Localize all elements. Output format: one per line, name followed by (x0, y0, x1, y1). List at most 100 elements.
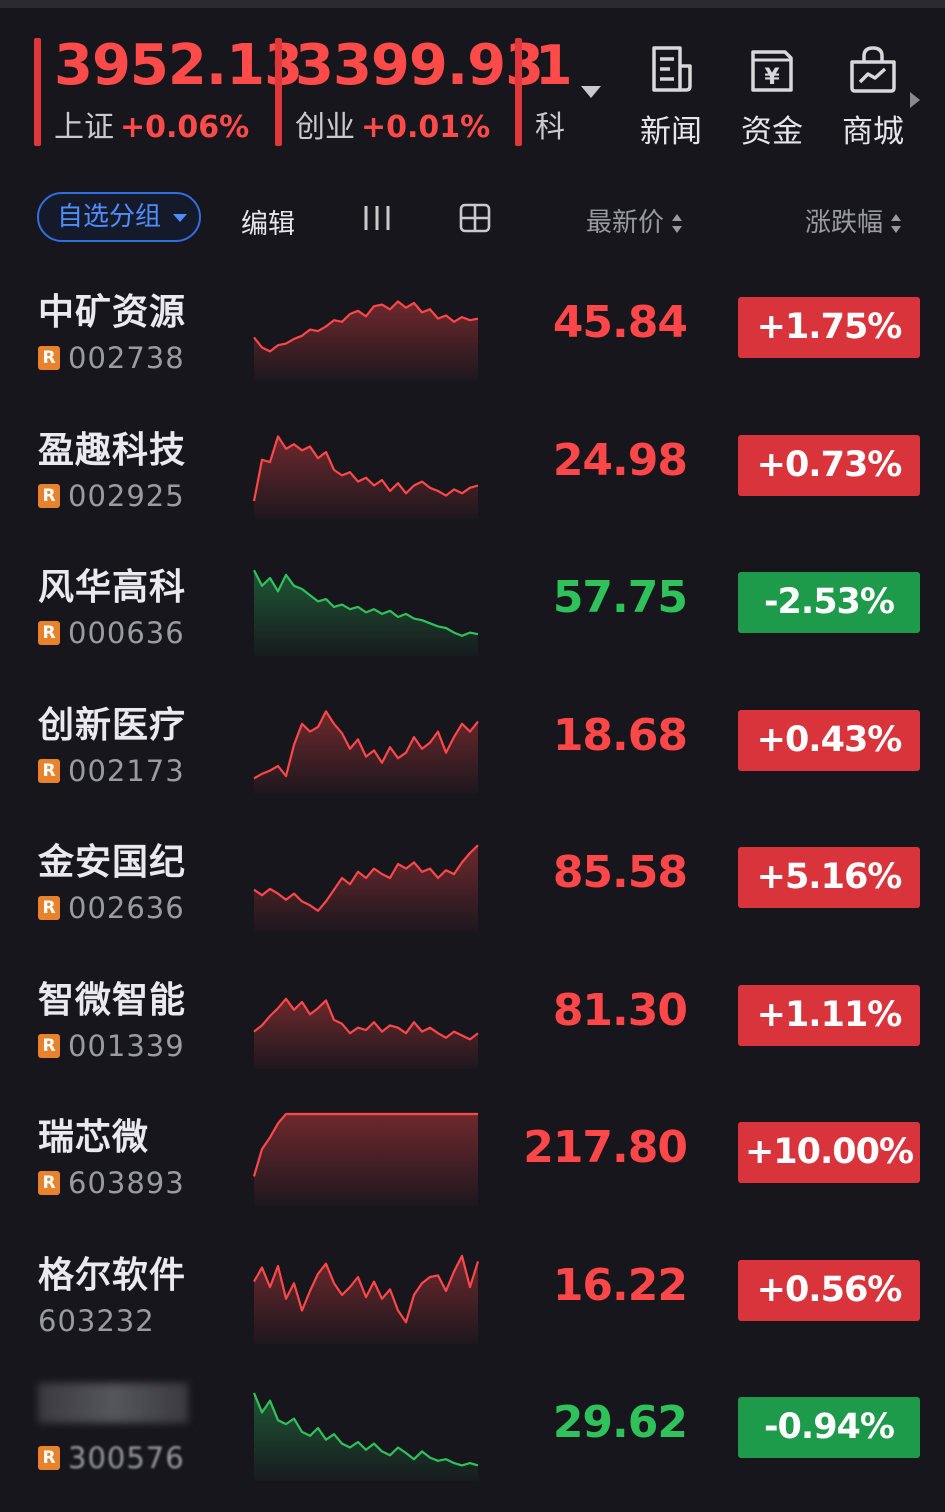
stock-code-line: R 300576 (38, 1441, 185, 1475)
sparkline-area (254, 845, 478, 931)
intraday-sparkline (253, 709, 479, 794)
price-column-label: 最新价 (586, 208, 665, 238)
stock-name: 中矿资源 (38, 292, 187, 333)
stock-row[interactable]: 中矿资源 R 002738 45.84 +1.75% (0, 275, 945, 412)
stock-price: 45.84 (552, 297, 688, 348)
news-label: 新闻 (640, 114, 702, 150)
intraday-sparkline (253, 997, 479, 1069)
margin-trading-badge: R (38, 896, 60, 920)
stock-price: 24.98 (552, 434, 688, 486)
stock-price: 217.80 (523, 1122, 688, 1173)
stock-code: 002636 (68, 891, 185, 925)
index-name: 创业 (295, 110, 355, 145)
change-percent-badge[interactable]: -2.53% (738, 572, 920, 633)
change-percent-badge[interactable]: +5.16% (738, 847, 920, 908)
sparkline-area (254, 1392, 478, 1481)
stock-row[interactable]: 风华高科 R 000636 57.75 -2.53% (0, 550, 945, 687)
change-percent-badge[interactable]: +0.56% (738, 1259, 920, 1321)
sort-by-change-button[interactable]: 涨跌幅 (805, 202, 902, 239)
edit-button[interactable]: 编辑 (241, 202, 295, 241)
stock-price: 29.62 (552, 1397, 688, 1448)
stock-row[interactable]: 盈趣科技 R 002925 24.98 +0.73% (0, 413, 945, 550)
change-percent-badge[interactable]: +10.00% (738, 1122, 920, 1183)
margin-trading-badge: R (38, 346, 60, 370)
fund-flow-label: 资金 (741, 114, 803, 150)
grid-view-icon[interactable] (459, 203, 491, 233)
stock-price: 57.75 (552, 572, 688, 623)
stock-code-line: R 000636 (38, 616, 185, 650)
stock-name: 创新医疗 (38, 704, 187, 746)
stock-code: 603232 (38, 1303, 155, 1338)
index-name: 科 (535, 110, 565, 145)
sparkline-area (254, 998, 478, 1069)
stock-code: 002738 (68, 341, 185, 375)
stock-code-line: 603232 (38, 1304, 155, 1338)
intraday-sparkline (253, 300, 479, 381)
sparkline-area (254, 1114, 478, 1206)
index-dropdown-icon[interactable] (581, 86, 601, 98)
stock-row[interactable]: 智微智能 R 001339 81.30 +1.11% (0, 963, 945, 1100)
stock-row[interactable]: R 300576 29.62 -0.94% (0, 1375, 945, 1512)
index-change: +0.06% (120, 110, 250, 145)
watchlist-group-label: 自选分组 (57, 202, 162, 232)
stock-code: 000636 (68, 616, 185, 650)
change-percent-badge[interactable]: +0.43% (738, 709, 920, 771)
intraday-sparkline (252, 1112, 478, 1206)
index-value: 1 (535, 34, 573, 97)
column-view-icon[interactable] (363, 203, 391, 233)
index-indicator-bar (34, 38, 41, 146)
margin-trading-badge: R (38, 1446, 60, 1470)
intraday-sparkline (253, 844, 479, 931)
caret-down-icon (173, 214, 187, 222)
index-value: 3399.93 (295, 33, 544, 98)
stock-code: 001339 (68, 1028, 185, 1063)
intraday-sparkline (253, 1254, 480, 1344)
index-change: +0.01% (361, 110, 491, 145)
sparkline-area (254, 1255, 478, 1344)
stock-price: 85.58 (552, 847, 688, 898)
sparkline-area (254, 710, 478, 794)
stock-code: 002173 (68, 753, 185, 788)
stock-code-line: R 002738 (38, 341, 185, 375)
stock-code: 300576 (68, 1441, 185, 1475)
watchlist-group-dropdown[interactable]: 自选分组 (37, 192, 201, 242)
sort-by-price-button[interactable]: 最新价 (586, 202, 683, 239)
mall-button[interactable]: 商城 (828, 44, 918, 154)
index-indicator-bar (275, 38, 282, 146)
stock-code-line: R 002925 (38, 479, 185, 513)
margin-trading-badge: R (38, 1033, 60, 1058)
stock-code-line: R 002173 (38, 754, 185, 788)
stock-row[interactable]: 创新医疗 R 002173 18.68 +0.43% (0, 688, 945, 825)
mall-label: 商城 (842, 114, 904, 150)
intraday-sparkline (252, 1392, 479, 1481)
stock-name: 盈趣科技 (38, 429, 187, 471)
stock-price: 18.68 (552, 709, 688, 761)
stock-row[interactable]: 格尔软件 603232 16.22 +0.56% (0, 1238, 945, 1375)
margin-trading-badge: R (38, 1171, 60, 1195)
stock-name: 格尔软件 (38, 1254, 187, 1296)
stock-code: 603893 (68, 1166, 185, 1200)
stock-code-line: R 603893 (38, 1166, 185, 1200)
intraday-sparkline (253, 569, 479, 656)
chevron-right-icon[interactable] (910, 92, 920, 108)
shopping-bag-icon (850, 46, 896, 93)
stock-row[interactable]: 瑞芯微 R 603893 217.80 +10.00% (0, 1100, 945, 1237)
change-percent-badge[interactable]: -0.94% (738, 1397, 920, 1458)
fund-flow-button[interactable]: ¥ 资金 (727, 44, 817, 154)
index-subline: 上证 +0.06% (54, 108, 249, 148)
index-subline: 科 (535, 108, 565, 148)
stock-row[interactable]: 金安国纪 R 002636 85.58 +5.16% (0, 825, 945, 962)
sort-arrows-icon (891, 213, 902, 235)
news-button[interactable]: 新闻 (626, 44, 716, 154)
stock-price: 81.30 (552, 984, 688, 1036)
stock-code: 002925 (68, 478, 185, 513)
change-percent-badge[interactable]: +1.75% (738, 297, 920, 358)
margin-trading-badge: R (38, 758, 60, 783)
index-ticker-bar: 3952.13 上证 +0.06% 3399.93 创业 +0.01% 1 科 新闻 (0, 8, 945, 158)
index-subline: 创业 +0.01% (295, 108, 490, 148)
status-strip (0, 0, 945, 8)
stock-name: 金安国纪 (38, 842, 187, 883)
change-percent-badge[interactable]: +1.11% (738, 984, 920, 1046)
change-percent-badge[interactable]: +0.73% (738, 434, 920, 496)
watchlist-header: 自选分组 编辑 最新价 涨跌幅 (0, 175, 945, 265)
